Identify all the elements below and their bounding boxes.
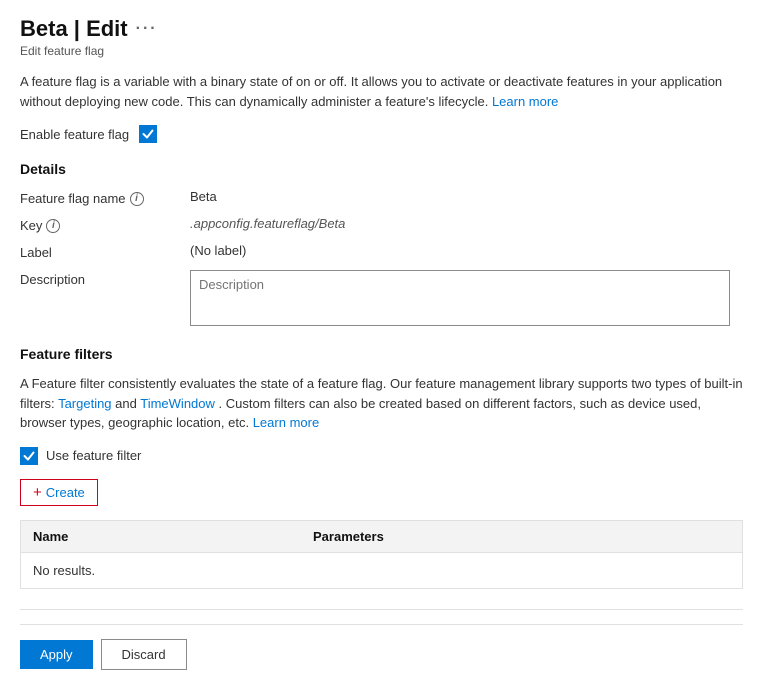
- footer-bar: Apply Discard: [20, 624, 743, 670]
- field-value-name: Beta: [190, 189, 217, 204]
- enable-feature-flag-row: Enable feature flag: [20, 125, 743, 143]
- description-textarea[interactable]: [190, 270, 730, 326]
- field-row-label: Label (No label): [20, 243, 743, 260]
- plus-icon: +: [33, 485, 42, 500]
- footer-divider: [20, 609, 743, 610]
- feature-filters-section: Feature filters A Feature filter consist…: [20, 346, 743, 589]
- targeting-text: Targeting: [58, 396, 111, 411]
- page-subtitle: Edit feature flag: [20, 44, 743, 58]
- field-label-description: Description: [20, 270, 190, 287]
- use-filter-checkbox[interactable]: [20, 447, 38, 465]
- create-button-label: Create: [46, 485, 85, 500]
- col-header-name: Name: [21, 521, 301, 552]
- field-value-key: .appconfig.featureflag/Beta: [190, 216, 345, 231]
- use-filter-label: Use feature filter: [46, 448, 141, 463]
- field-value-label: (No label): [190, 243, 246, 258]
- field-row-name: Feature flag name i Beta: [20, 189, 743, 206]
- page-title: Beta | Edit ···: [20, 16, 743, 42]
- no-results-text: No results.: [33, 563, 730, 578]
- use-feature-filter-row: Use feature filter: [20, 447, 743, 465]
- ellipsis-menu[interactable]: ···: [136, 20, 158, 38]
- field-row-description: Description: [20, 270, 743, 326]
- discard-button[interactable]: Discard: [101, 639, 187, 670]
- apply-button[interactable]: Apply: [20, 640, 93, 669]
- intro-description: A feature flag is a variable with a bina…: [20, 72, 743, 111]
- enable-label: Enable feature flag: [20, 127, 129, 142]
- info-icon-key[interactable]: i: [46, 219, 60, 233]
- details-section-title: Details: [20, 161, 743, 177]
- feature-filters-title: Feature filters: [20, 346, 743, 362]
- field-row-key: Key i .appconfig.featureflag/Beta: [20, 216, 743, 233]
- timewindow-text: TimeWindow: [140, 396, 215, 411]
- title-text: Beta | Edit: [20, 16, 128, 42]
- table-body: No results.: [21, 553, 742, 588]
- enable-checkbox[interactable]: [139, 125, 157, 143]
- details-section: Details Feature flag name i Beta Key i .…: [20, 161, 743, 326]
- filter-description: A Feature filter consistently evaluates …: [20, 374, 743, 433]
- filters-table: Name Parameters No results.: [20, 520, 743, 589]
- col-header-actions: [662, 521, 742, 552]
- info-icon-name[interactable]: i: [130, 192, 144, 206]
- table-header: Name Parameters: [21, 521, 742, 553]
- col-header-params: Parameters: [301, 521, 662, 552]
- field-label-name: Feature flag name i: [20, 189, 190, 206]
- create-button[interactable]: + Create: [20, 479, 98, 506]
- intro-learn-more-link[interactable]: Learn more: [492, 94, 558, 109]
- field-label-label: Label: [20, 243, 190, 260]
- filter-learn-more-link[interactable]: Learn more: [253, 415, 319, 430]
- field-label-key: Key i: [20, 216, 190, 233]
